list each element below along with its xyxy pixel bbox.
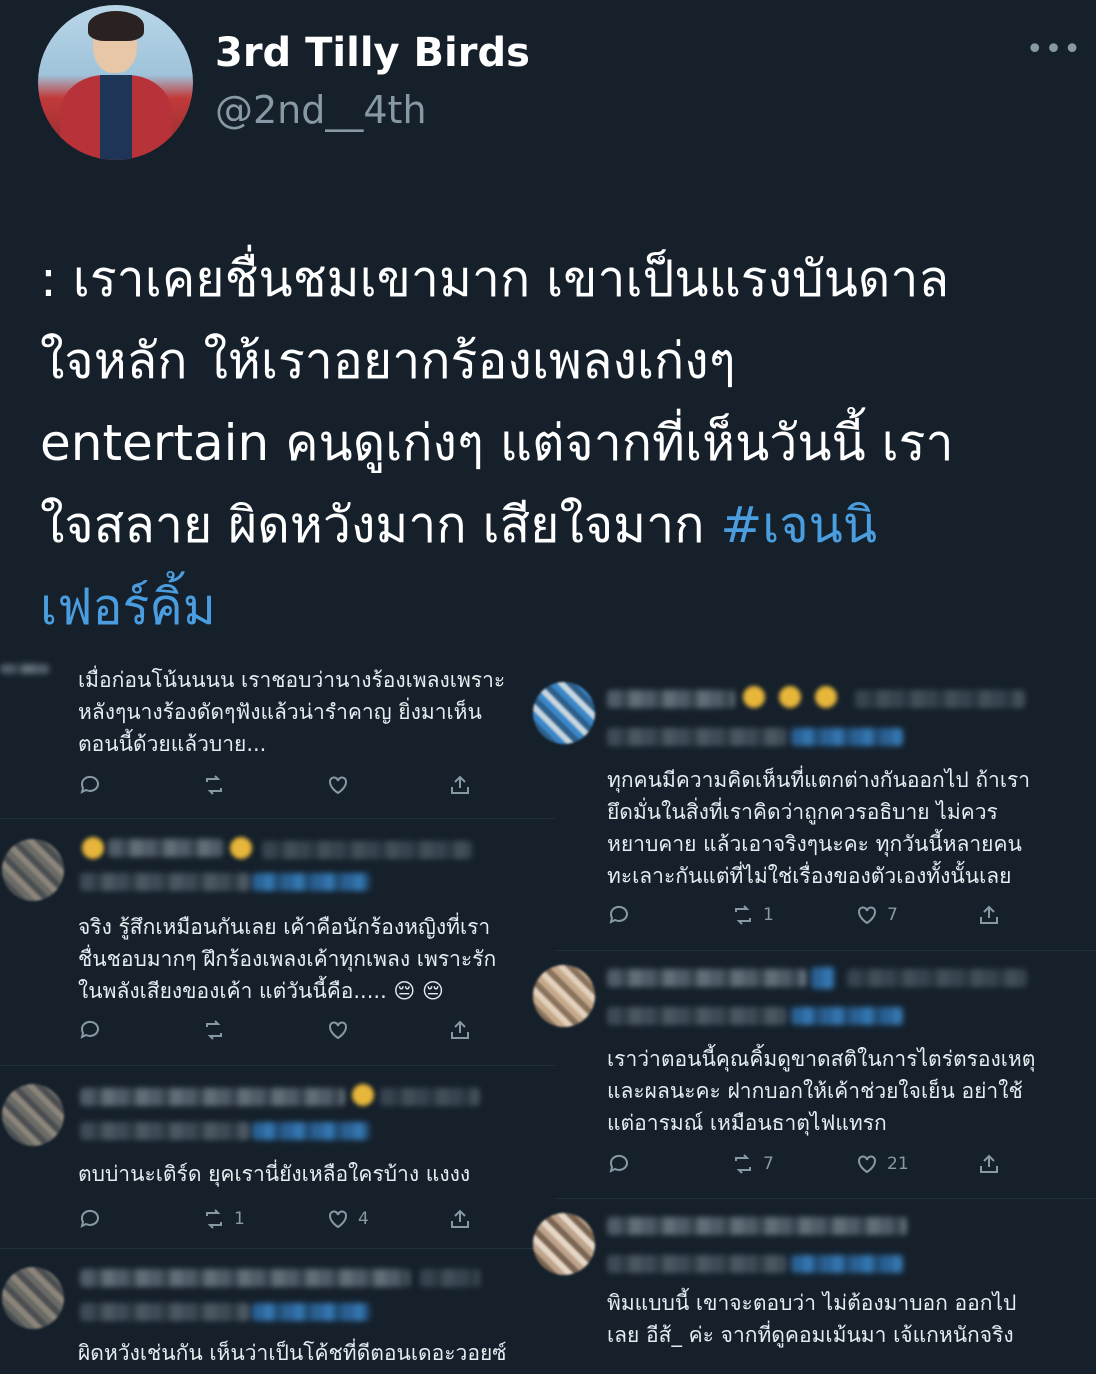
reply-icon[interactable] — [78, 1204, 102, 1234]
reply-text: เราว่าตอนนี้คุณคิ้มดูขาดสติในการไตร่ตรอง… — [607, 1047, 1036, 1135]
like-icon[interactable] — [326, 1015, 358, 1045]
retweet-icon[interactable]: 1 — [202, 1204, 245, 1234]
blurred-avatar — [2, 1267, 64, 1329]
reply-actions: 7 21 — [607, 1149, 1027, 1179]
reply-card[interactable]: จริง รู้สึกเหมือนกันเลย เค้าคือนักร้องหญ… — [0, 818, 555, 1064]
retweet-icon[interactable]: 7 — [731, 1149, 774, 1179]
replies-screenshot-grid: เมื่อก่อนโน้นนนน เราชอบว่านางร้องเพลงเพร… — [0, 660, 1096, 1373]
profile-name[interactable]: 3rd Tilly Birds — [215, 30, 530, 76]
retweet-icon[interactable] — [202, 1015, 234, 1045]
blurred-avatar — [533, 682, 595, 744]
tweet-line: entertain คนดูเก่งๆ แต่จากที่เห็นวันนี้ … — [40, 414, 954, 472]
reply-card[interactable]: ผิดหวังเช่นกัน เห็นว่าเป็นโค้ชที่ดีตอนเด… — [0, 1248, 555, 1374]
reply-text: เมื่อก่อนโน้นนนน เราชอบว่านางร้องเพลงเพร… — [78, 668, 506, 756]
reply-text: ตบบ่านะเติร์ด ยุคเรานี่ยังเหลือใครบ้าง แ… — [78, 1162, 471, 1186]
tweet-header: 3rd Tilly Birds @2nd__4th ••• — [0, 0, 1096, 200]
tweet-line: : เราเคยชื่นชมเขามาก เขาเป็นแรงบันดาล — [40, 250, 950, 308]
share-icon[interactable] — [977, 1149, 1001, 1179]
retweet-icon[interactable] — [202, 770, 234, 800]
like-icon[interactable]: 7 — [855, 900, 898, 930]
tweet-line: ใจสลาย ผิดหวังมาก เสียใจมาก #เจนนิ — [40, 496, 878, 554]
reply-icon[interactable] — [78, 770, 102, 800]
reply-card[interactable]: พิมแบบนี้ เขาจะตอบว่า ไม่ต้องมาบอก ออกไป… — [533, 1198, 1096, 1374]
share-icon[interactable] — [448, 1015, 472, 1045]
blurred-avatar — [533, 1213, 595, 1275]
share-icon[interactable] — [977, 900, 1001, 930]
hashtag-link[interactable]: เฟอร์คิ้ม — [40, 566, 1080, 648]
replies-left-column: เมื่อก่อนโน้นนนน เราชอบว่านางร้องเพลงเพร… — [0, 660, 555, 1373]
share-icon[interactable] — [448, 1204, 472, 1234]
reply-text: พิมแบบนี้ เขาจะตอบว่า ไม่ต้องมาบอก ออกไป… — [607, 1291, 1017, 1347]
like-icon[interactable]: 21 — [855, 1149, 909, 1179]
tweet-text: : เราเคยชื่นชมเขามาก เขาเป็นแรงบันดาล ใจ… — [40, 238, 1080, 648]
reply-actions: 1 7 — [607, 900, 1027, 930]
reply-icon[interactable] — [607, 900, 631, 930]
reply-actions — [78, 1015, 498, 1045]
more-horizontal-icon[interactable]: ••• — [1026, 32, 1082, 67]
reply-text: ทุกคนมีความคิดเห็นที่แตกต่างกันออกไป ถ้า… — [607, 768, 1031, 888]
reply-actions — [78, 770, 498, 800]
reply-text: จริง รู้สึกเหมือนกันเลย เค้าคือนักร้องหญ… — [78, 915, 497, 1003]
hashtag-link[interactable]: #เจนนิ — [720, 496, 877, 554]
blurred-avatar — [2, 839, 64, 901]
blurred-avatar — [2, 1084, 64, 1146]
tweet-line: ใจหลัก ให้เราอยากร้องเพลงเก่งๆ — [40, 332, 736, 390]
profile-avatar[interactable] — [38, 5, 193, 160]
retweet-icon[interactable]: 1 — [731, 900, 774, 930]
reply-card[interactable]: เราว่าตอนนี้คุณคิ้มดูขาดสติในการไตร่ตรอง… — [533, 950, 1096, 1196]
profile-handle[interactable]: @2nd__4th — [215, 88, 427, 132]
share-icon[interactable] — [448, 770, 472, 800]
reply-icon[interactable] — [78, 1015, 102, 1045]
reply-card[interactable]: ตบบ่านะเติร์ด ยุคเรานี่ยังเหลือใครบ้าง แ… — [0, 1065, 555, 1246]
like-icon[interactable] — [326, 770, 358, 800]
reply-icon[interactable] — [607, 1149, 631, 1179]
reply-card[interactable]: เมื่อก่อนโน้นนนน เราชอบว่านางร้องเพลงเพร… — [0, 660, 555, 815]
reply-card[interactable]: ทุกคนมีความคิดเห็นที่แตกต่างกันออกไป ถ้า… — [533, 668, 1096, 943]
like-icon[interactable]: 4 — [326, 1204, 369, 1234]
blurred-avatar — [533, 965, 595, 1027]
reply-actions: 1 4 — [78, 1204, 498, 1234]
replies-right-column: ทุกคนมีความคิดเห็นที่แตกต่างกันออกไป ถ้า… — [533, 660, 1096, 1374]
reply-text: ผิดหวังเช่นกัน เห็นว่าเป็นโค้ชที่ดีตอนเด… — [78, 1341, 507, 1365]
